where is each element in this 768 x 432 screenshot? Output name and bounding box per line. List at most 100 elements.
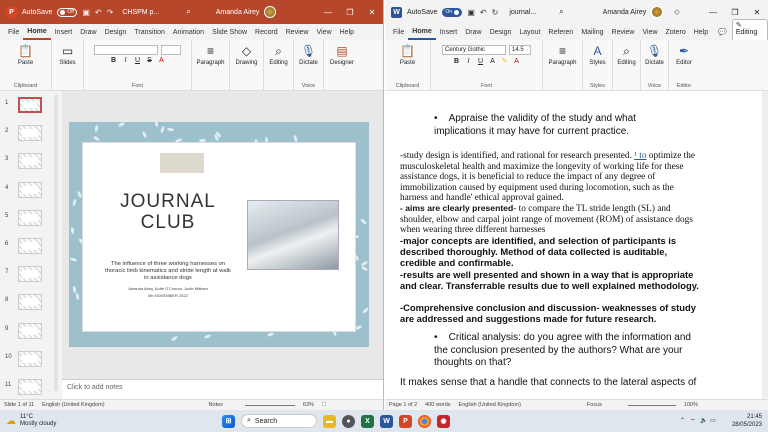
styles-button[interactable]: A Styles <box>587 43 607 66</box>
slide-thumbnail[interactable] <box>18 266 42 283</box>
powerpoint-taskbar-icon[interactable]: P <box>399 414 412 428</box>
zoom-level[interactable]: 100% <box>684 402 698 408</box>
highlight-button[interactable]: ✎ <box>500 57 509 65</box>
underline-button[interactable]: U <box>133 57 142 64</box>
editing-button[interactable]: ⌕ Editing <box>267 43 289 67</box>
font-color-button[interactable]: A <box>157 57 166 64</box>
autosave-toggle[interactable]: On <box>442 7 463 17</box>
editing-button[interactable]: ⌕ Editing <box>615 43 637 67</box>
tab-references[interactable]: Referen <box>544 24 577 40</box>
tab-help[interactable]: Help <box>690 24 712 40</box>
volume-icon[interactable]: 🔈 <box>700 417 707 424</box>
text-effects-button[interactable]: A <box>488 58 497 65</box>
tab-review[interactable]: Review <box>608 24 639 40</box>
slides-button[interactable]: ▭ Slides <box>57 43 77 66</box>
zoom-slider[interactable] <box>627 404 676 406</box>
word-count[interactable]: 400 words <box>425 402 450 408</box>
focus-button[interactable]: Focus <box>587 402 602 408</box>
redo-icon[interactable]: ↻ <box>492 8 499 17</box>
tab-home[interactable]: Home <box>408 24 436 40</box>
tab-review[interactable]: Review <box>282 24 313 40</box>
autosave-toggle[interactable]: Off <box>57 7 78 17</box>
citation-link[interactable]: ¹ to <box>634 151 646 161</box>
document-title[interactable]: CHSPM p... <box>122 9 159 16</box>
slide-thumbnail[interactable] <box>18 181 42 198</box>
slide-thumbnail[interactable] <box>18 238 42 254</box>
tab-layout[interactable]: Layout <box>515 24 544 40</box>
vertical-scrollbar[interactable] <box>762 91 768 399</box>
page-counter[interactable]: Page 1 of 2 <box>389 402 417 408</box>
word-taskbar-icon[interactable]: W <box>380 414 393 428</box>
excel-icon[interactable]: X <box>361 414 374 428</box>
clock[interactable]: 21:45 28/05/2023 <box>732 413 762 429</box>
slide-thumbnail[interactable] <box>18 322 42 339</box>
diamond-icon[interactable]: ◇ <box>674 8 679 16</box>
close-icon[interactable]: ✕ <box>361 0 383 24</box>
tab-mailings[interactable]: Mailing <box>577 24 607 40</box>
designer-button[interactable]: ▤ Designer <box>328 43 356 66</box>
slide-thumbnail[interactable] <box>18 125 42 142</box>
search-icon[interactable]: ⌕ <box>559 7 563 17</box>
paragraph-button[interactable]: ≡ Paragraph <box>546 43 578 66</box>
italic-button[interactable]: I <box>121 57 130 64</box>
user-name[interactable]: Amanda Airey <box>216 9 260 16</box>
strikethrough-button[interactable]: S <box>145 57 154 64</box>
chrome-icon[interactable] <box>418 414 431 428</box>
language-status[interactable]: English (United Kingdom) <box>459 402 521 408</box>
paste-button[interactable]: 📋 Paste <box>16 43 36 66</box>
language-status[interactable]: English (United Kingdom) <box>42 402 104 408</box>
paragraph-button[interactable]: ≡ Paragraph <box>194 43 226 66</box>
redo-icon[interactable]: ↷ <box>107 8 114 17</box>
tab-design[interactable]: Design <box>101 24 131 40</box>
notes-button[interactable]: Notes <box>209 402 223 408</box>
undo-icon[interactable]: ↶ <box>480 8 487 17</box>
user-name[interactable]: Amanda Airey <box>603 9 647 16</box>
slide-thumbnail[interactable] <box>18 294 42 311</box>
tab-animation[interactable]: Animation <box>169 24 208 40</box>
search-icon[interactable]: ⌕ <box>186 7 190 17</box>
tab-home[interactable]: Home <box>23 24 51 40</box>
tab-record[interactable]: Record <box>251 24 282 40</box>
tab-design[interactable]: Design <box>486 24 516 40</box>
tab-zotero[interactable]: Zotero <box>662 24 690 40</box>
tab-file[interactable]: File <box>389 24 408 40</box>
minimize-icon[interactable]: — <box>317 0 339 24</box>
font-size-combo[interactable] <box>161 45 181 55</box>
font-color-button[interactable]: A <box>512 58 521 65</box>
font-size-combo[interactable]: 14.5 <box>509 45 531 55</box>
tab-view[interactable]: View <box>313 24 336 40</box>
document-title[interactable]: journal... <box>509 9 536 16</box>
search-box[interactable]: ⌕ Search <box>241 414 317 428</box>
weather-icon[interactable]: ☁ <box>6 416 16 427</box>
slide-canvas[interactable]: JOURNAL CLUB The influence of three worki… <box>69 122 369 347</box>
paste-button[interactable]: 📋 Paste <box>398 43 418 66</box>
slide-thumbnail[interactable] <box>18 97 42 113</box>
editor-button[interactable]: ✒ Editor <box>674 43 694 66</box>
network-icon[interactable]: ⌔ <box>690 417 696 425</box>
italic-button[interactable]: I <box>464 58 473 65</box>
weather-widget[interactable]: 11°C Mostly cloudy <box>20 414 56 428</box>
avatar[interactable] <box>264 6 277 18</box>
save-icon[interactable]: ▣ <box>82 8 90 17</box>
fit-slide-icon[interactable]: ⛶ <box>322 402 326 409</box>
notes-pane[interactable]: Click to add notes <box>62 379 383 399</box>
underline-button[interactable]: U <box>476 58 485 65</box>
file-explorer-icon[interactable]: ▬ <box>323 414 336 428</box>
app-icon[interactable]: ◉ <box>437 414 450 428</box>
comments-icon[interactable]: 💬 <box>718 28 727 36</box>
minimize-icon[interactable]: — <box>702 0 724 24</box>
chrome-like-icon[interactable]: ● <box>342 414 355 428</box>
slide-thumbnail[interactable] <box>18 350 42 367</box>
maximize-icon[interactable]: ❐ <box>339 0 361 24</box>
slide-thumbnail[interactable] <box>18 209 42 226</box>
document-canvas[interactable]: • Appraise the validity of the study and… <box>385 91 768 399</box>
drawing-button[interactable]: ◇ Drawing <box>233 43 259 66</box>
zoom-slider[interactable] <box>244 404 295 406</box>
slide-thumbnail[interactable] <box>18 379 42 395</box>
zoom-level[interactable]: 63% <box>303 402 314 408</box>
avatar[interactable] <box>651 6 664 18</box>
battery-icon[interactable]: ▭ <box>710 417 716 424</box>
start-icon[interactable]: ⊞ <box>222 414 235 428</box>
dictate-button[interactable]: 🎙 Dictate <box>297 43 320 66</box>
tab-draw[interactable]: Draw <box>76 24 100 40</box>
